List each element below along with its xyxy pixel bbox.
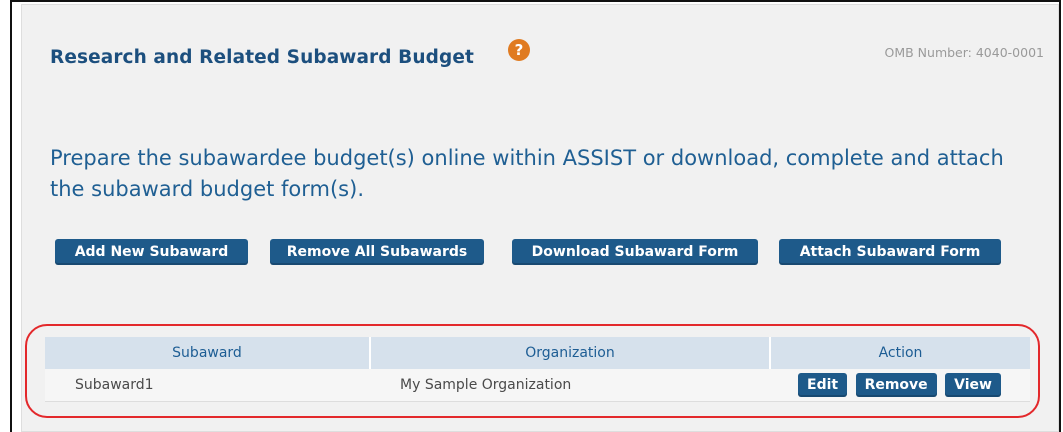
table-header-row: Subaward Organization Action xyxy=(45,337,1030,369)
remove-button[interactable]: Remove xyxy=(855,373,937,397)
download-subaward-form-button[interactable]: Download Subaward Form xyxy=(512,239,758,265)
form-panel: Research and Related Subaward Budget ? O… xyxy=(21,4,1059,432)
column-header-organization: Organization xyxy=(370,337,771,369)
form-title: Research and Related Subaward Budget xyxy=(50,47,474,68)
help-icon[interactable]: ? xyxy=(508,39,530,61)
attach-subaward-form-button[interactable]: Attach Subaward Form xyxy=(779,239,1001,265)
remove-all-subawards-button[interactable]: Remove All Subawards xyxy=(270,239,484,265)
view-button[interactable]: View xyxy=(945,373,1001,397)
edit-button[interactable]: Edit xyxy=(798,373,848,397)
table-row: Subaward1 My Sample Organization Edit Re… xyxy=(45,369,1030,402)
subaward-table: Subaward Organization Action Subaward1 M… xyxy=(45,337,1030,402)
window-frame: Research and Related Subaward Budget ? O… xyxy=(10,0,1061,432)
column-header-subaward: Subaward xyxy=(45,337,371,369)
cell-actions: Edit Remove View xyxy=(770,369,1030,402)
column-header-action: Action xyxy=(770,337,1030,369)
add-new-subaward-button[interactable]: Add New Subaward xyxy=(55,239,248,265)
cell-subaward-name: Subaward1 xyxy=(45,369,370,402)
title-row: Research and Related Subaward Budget ? xyxy=(50,39,530,68)
subaward-table-wrap: Subaward Organization Action Subaward1 M… xyxy=(45,337,1030,402)
cell-organization: My Sample Organization xyxy=(370,369,770,402)
omb-number: OMB Number: 4040-0001 xyxy=(884,45,1045,60)
instructions-text: Prepare the subawardee budget(s) online … xyxy=(50,146,1004,201)
